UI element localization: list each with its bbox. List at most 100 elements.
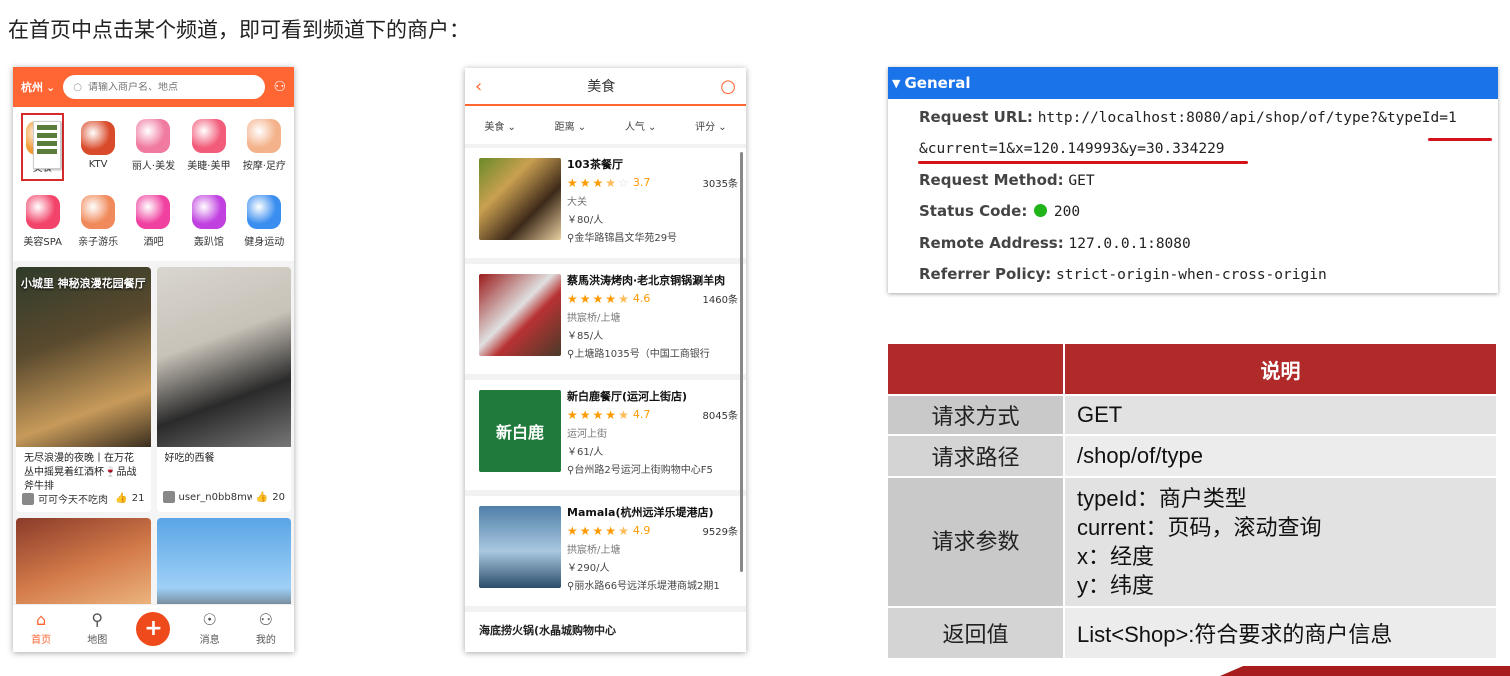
shop-item[interactable]: Mamala(杭州远洋乐堤港店) ★ ★ ★ ★ ★ 4.9 9529条 拱宸桥/上塘 …	[465, 496, 746, 606]
star-icon: ★	[579, 291, 591, 306]
general-section-header[interactable]: ▼ General	[888, 67, 1498, 99]
param-line: current：页码，滚动查询	[1077, 515, 1322, 540]
shop-item[interactable]: 103茶餐厅 ★ ★ ★ ★ ☆ 3.7 3035条 大关 ￥80/人 ⚲金华路锦昌文华…	[465, 148, 746, 258]
shop-comments: 1460条	[702, 295, 738, 306]
shop-address: ⚲上塘路1035号（中国工商银行	[567, 345, 738, 360]
filter-type[interactable]: 美食 ⌄	[484, 118, 516, 133]
category-fitness[interactable]: 健身运动	[237, 187, 292, 255]
search-input[interactable]	[87, 81, 256, 93]
shop-rating: ★ ★ ★ ★ ☆ 3.7 3035条	[567, 175, 738, 191]
category-kids[interactable]: 亲子游乐	[70, 187, 125, 255]
shop-rating: ★ ★ ★ ★ ★ 4.9 9529条	[567, 523, 738, 539]
home-screen: 杭州 ⌄ ○ ⚇ 美食 KTV 丽人·美发 美睫·美甲 按摩·足疗	[13, 67, 294, 652]
star-icon: ★	[567, 175, 578, 190]
hair-icon	[136, 118, 171, 153]
row-value: GET	[1065, 396, 1498, 436]
bottom-tab-bar: ⌂ 首页 ⚲ 地图 + ☉ 消息 ⚇ 我的	[13, 604, 294, 652]
star-icon: ★	[605, 523, 617, 538]
params-underline	[918, 161, 1248, 164]
shop-area: 大关	[567, 197, 587, 208]
star-icon: ★	[567, 291, 578, 306]
search-icon[interactable]: ○	[720, 76, 736, 97]
row-label: 请求参数	[888, 478, 1065, 608]
shop-item-partial[interactable]: 海底捞火锅(水晶城购物中心	[465, 612, 746, 652]
filter-distance[interactable]: 距离 ⌄	[555, 118, 587, 133]
tab-label: 我的	[255, 635, 276, 646]
table-header: 说明	[1065, 344, 1498, 396]
category-massage[interactable]: 按摩·足疗	[237, 111, 292, 179]
shop-item[interactable]: 新白鹿 新白鹿餐厅(运河上街店) ★ ★ ★ ★ ★ 4.7 8045条 运河上街 ￥6…	[465, 380, 746, 490]
param-line: x：经度	[1077, 544, 1155, 569]
status-code-row: Status Code: 200	[919, 202, 1080, 220]
category-party[interactable]: 轰趴馆	[181, 187, 236, 255]
header-value: strict-origin-when-cross-origin	[1056, 267, 1327, 283]
typeid-underline	[1428, 138, 1492, 141]
shop-rating: ★ ★ ★ ★ ★ 4.7 8045条	[567, 407, 738, 423]
chevron-left-icon[interactable]: ‹	[475, 76, 482, 97]
chevron-down-icon: ⌄	[577, 121, 587, 133]
filter-popularity[interactable]: 人气 ⌄	[625, 118, 657, 133]
header-value: GET	[1068, 173, 1095, 189]
blog-meta: user_n0bb8mw 👍 20	[157, 491, 292, 503]
filter-bar: 美食 ⌄ 距离 ⌄ 人气 ⌄ 评分 ⌄	[465, 106, 746, 144]
thumbs-up-icon[interactable]: 👍	[115, 493, 127, 504]
star-icon: ★	[592, 291, 604, 306]
tab-profile[interactable]: ⚇ 我的	[241, 611, 291, 647]
shop-score: 3.7	[632, 176, 651, 189]
massage-icon	[247, 118, 282, 153]
tab-add[interactable]: +	[128, 611, 178, 646]
star-icon: ★	[605, 291, 617, 306]
tab-map[interactable]: ⚲ 地图	[72, 611, 122, 647]
filter-rating[interactable]: 评分 ⌄	[695, 118, 727, 133]
scrollbar[interactable]	[740, 152, 743, 572]
star-icon: ★	[592, 407, 604, 422]
shop-name: 103茶餐厅	[567, 158, 623, 171]
category-nails[interactable]: 美睫·美甲	[181, 111, 236, 179]
referrer-policy-row: Referrer Policy: strict-origin-when-cros…	[919, 265, 1327, 283]
search-box[interactable]: ○	[63, 75, 266, 99]
tab-messages[interactable]: ☉ 消息	[185, 610, 235, 647]
shop-image	[479, 274, 561, 356]
blog-card[interactable]: 小城里 神秘浪漫花园餐厅 无尽浪漫的夜晚丨在万花丛中摇晃着红酒杯🍷品战斧牛排 可…	[16, 267, 151, 512]
blog-meta: 可可今天不吃肉 👍 21	[16, 491, 151, 506]
category-hair[interactable]: 丽人·美发	[126, 111, 181, 179]
shop-score: 4.7	[632, 408, 651, 421]
blog-image	[156, 267, 291, 447]
blog-card[interactable]: 好吃的西餐 user_n0bb8mw 👍 20	[156, 267, 292, 512]
category-ktv[interactable]: KTV	[70, 111, 125, 179]
devtools-general-panel: ▼ General Request URL: http://localhost:…	[888, 67, 1498, 293]
category-spa[interactable]: 美容SPA	[15, 187, 70, 255]
shop-address: ⚲丽水路66号远洋乐堤港商城2期1	[567, 577, 738, 592]
category-label: 按摩·足疗	[242, 160, 286, 172]
shop-info: Mamala(杭州远洋乐堤港店) ★ ★ ★ ★ ★ 4.9 9529条 拱宸桥/上塘 …	[567, 506, 738, 606]
page-heading: 在首页中点击某个频道，即可看到频道下的商户：	[8, 18, 470, 42]
star-icon: ★	[618, 407, 629, 422]
message-icon: ☉	[202, 610, 217, 629]
shop-item[interactable]: 蔡馬洪涛烤肉·老北京铜锅涮羊肉 ★ ★ ★ ★ ★ 4.6 1460条 拱宸桥/上塘 ￥…	[465, 264, 746, 374]
party-mask-icon	[191, 194, 226, 229]
table-row: 请求方式 GET	[888, 396, 1498, 436]
shop-image	[479, 506, 561, 588]
category-bar[interactable]: 酒吧	[126, 187, 181, 255]
shop-info: 蔡馬洪涛烤肉·老北京铜锅涮羊肉 ★ ★ ★ ★ ★ 4.6 1460条 拱宸桥/上塘 ￥…	[567, 274, 738, 374]
shop-info: 新白鹿餐厅(运河上街店) ★ ★ ★ ★ ★ 4.7 8045条 运河上街 ￥61/人 …	[567, 390, 738, 490]
avatar	[22, 492, 34, 505]
city-selector[interactable]: 杭州 ⌄	[21, 79, 55, 95]
header-key: Request URL:	[919, 108, 1033, 126]
header-key: Status Code:	[919, 202, 1028, 220]
shop-comments: 8045条	[702, 411, 738, 422]
tab-home[interactable]: ⌂ 首页	[16, 611, 66, 647]
chevron-down-icon: ⌄	[507, 121, 516, 133]
category-food[interactable]: 美食	[21, 113, 65, 181]
status-ok-icon	[1034, 204, 1048, 217]
user-icon[interactable]: ⚇	[273, 79, 286, 95]
blog-card[interactable]	[156, 518, 291, 618]
plus-icon: +	[136, 611, 171, 646]
star-icon: ★	[579, 523, 591, 538]
blog-title: 无尽浪漫的夜晚丨在万花丛中摇晃着红酒杯🍷品战斧牛排	[24, 453, 137, 491]
blog-card[interactable]	[16, 518, 151, 618]
city-label: 杭州	[21, 81, 43, 94]
star-icon: ★	[567, 407, 578, 422]
address-text: 台州路2号运河上街购物中心F5	[574, 465, 713, 476]
thumbs-up-icon[interactable]: 👍	[256, 492, 268, 503]
